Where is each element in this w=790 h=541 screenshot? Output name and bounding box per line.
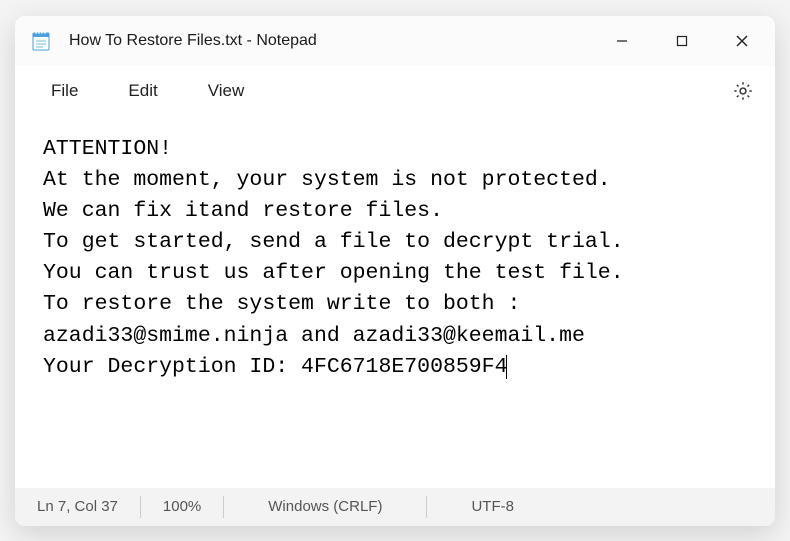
- text-cursor: [506, 355, 507, 379]
- menu-edit[interactable]: Edit: [104, 73, 181, 109]
- menubar: File Edit View: [15, 66, 775, 116]
- gear-icon: [732, 80, 754, 102]
- document-text: ATTENTION! At the moment, your system is…: [43, 137, 624, 379]
- menu-file[interactable]: File: [27, 73, 102, 109]
- status-zoom[interactable]: 100%: [141, 496, 224, 518]
- status-encoding: UTF-8: [427, 496, 558, 518]
- statusbar: Ln 7, Col 37 100% Windows (CRLF) UTF-8: [15, 488, 775, 526]
- minimize-icon: [616, 35, 628, 47]
- status-cursor-position: Ln 7, Col 37: [23, 496, 141, 518]
- settings-button[interactable]: [723, 71, 763, 111]
- titlebar[interactable]: How To Restore Files.txt - Notepad: [15, 16, 775, 66]
- window-title: How To Restore Files.txt - Notepad: [69, 32, 593, 50]
- notepad-window: How To Restore Files.txt - Notepad File …: [15, 16, 775, 526]
- menu-view[interactable]: View: [184, 73, 269, 109]
- notepad-app-icon: [31, 31, 51, 51]
- status-line-ending: Windows (CRLF): [224, 496, 427, 518]
- window-controls: [593, 19, 771, 63]
- close-icon: [735, 34, 749, 48]
- minimize-button[interactable]: [593, 19, 651, 63]
- maximize-button[interactable]: [653, 19, 711, 63]
- text-editor-content[interactable]: ATTENTION! At the moment, your system is…: [15, 116, 775, 488]
- close-button[interactable]: [713, 19, 771, 63]
- maximize-icon: [676, 35, 688, 47]
